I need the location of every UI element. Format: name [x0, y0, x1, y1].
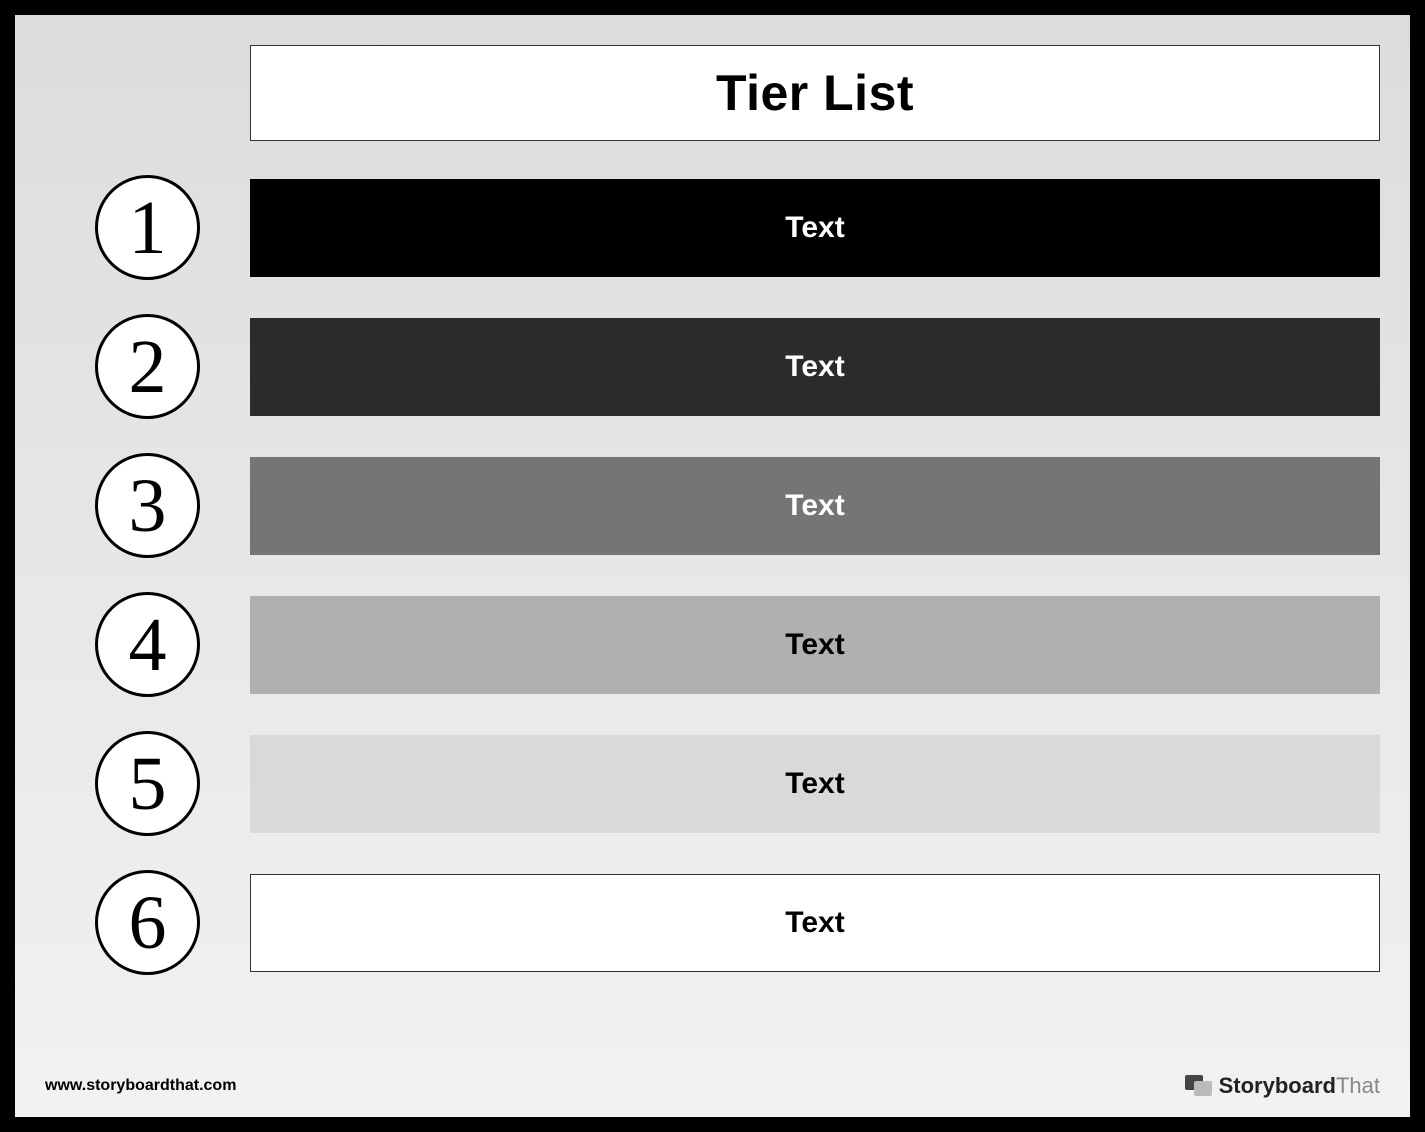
- page-frame: Tier List 1 Text 2 Text 3 Text 4 Text 5 Text 6 Text…: [12, 12, 1413, 1120]
- tier-bar: Text: [250, 457, 1380, 555]
- page-title: Tier List: [250, 45, 1380, 141]
- tier-bar: Text: [250, 874, 1380, 972]
- tier-label: Text: [785, 906, 844, 940]
- tier-label: Text: [785, 211, 844, 245]
- tier-bar: Text: [250, 318, 1380, 416]
- footer-brand: StoryboardThat: [1185, 1073, 1380, 1099]
- tier-badge-cell: 1: [45, 175, 250, 280]
- tier-number-badge: 5: [95, 731, 200, 836]
- tier-label: Text: [785, 489, 844, 523]
- tier-bar: Text: [250, 179, 1380, 277]
- title-left-spacer: [45, 45, 250, 141]
- tier-label: Text: [785, 628, 844, 662]
- tier-badge-cell: 4: [45, 592, 250, 697]
- tiers-list: 1 Text 2 Text 3 Text 4 Text 5 Text 6 Text: [45, 175, 1380, 975]
- tier-row: 6 Text: [45, 870, 1380, 975]
- tier-badge-cell: 2: [45, 314, 250, 419]
- brand-icon: [1185, 1075, 1213, 1097]
- tier-number-badge: 2: [95, 314, 200, 419]
- footer-url: www.storyboardthat.com: [45, 1077, 236, 1095]
- brand-text-strong: Storyboard: [1219, 1073, 1336, 1098]
- tier-row: 1 Text: [45, 175, 1380, 280]
- tier-label: Text: [785, 767, 844, 801]
- tier-row: 3 Text: [45, 453, 1380, 558]
- tier-badge-cell: 5: [45, 731, 250, 836]
- tier-badge-cell: 3: [45, 453, 250, 558]
- tier-row: 2 Text: [45, 314, 1380, 419]
- tier-number-badge: 4: [95, 592, 200, 697]
- content-area: Tier List 1 Text 2 Text 3 Text 4 Text 5 Text 6 Text: [45, 45, 1380, 1067]
- title-row: Tier List: [45, 45, 1380, 141]
- tier-number-badge: 1: [95, 175, 200, 280]
- tier-row: 5 Text: [45, 731, 1380, 836]
- footer: www.storyboardthat.com StoryboardThat: [45, 1073, 1380, 1099]
- tier-number-badge: 6: [95, 870, 200, 975]
- tier-row: 4 Text: [45, 592, 1380, 697]
- tier-badge-cell: 6: [45, 870, 250, 975]
- tier-bar: Text: [250, 735, 1380, 833]
- tier-label: Text: [785, 350, 844, 384]
- tier-bar: Text: [250, 596, 1380, 694]
- tier-number-badge: 3: [95, 453, 200, 558]
- brand-text-light: That: [1336, 1073, 1380, 1098]
